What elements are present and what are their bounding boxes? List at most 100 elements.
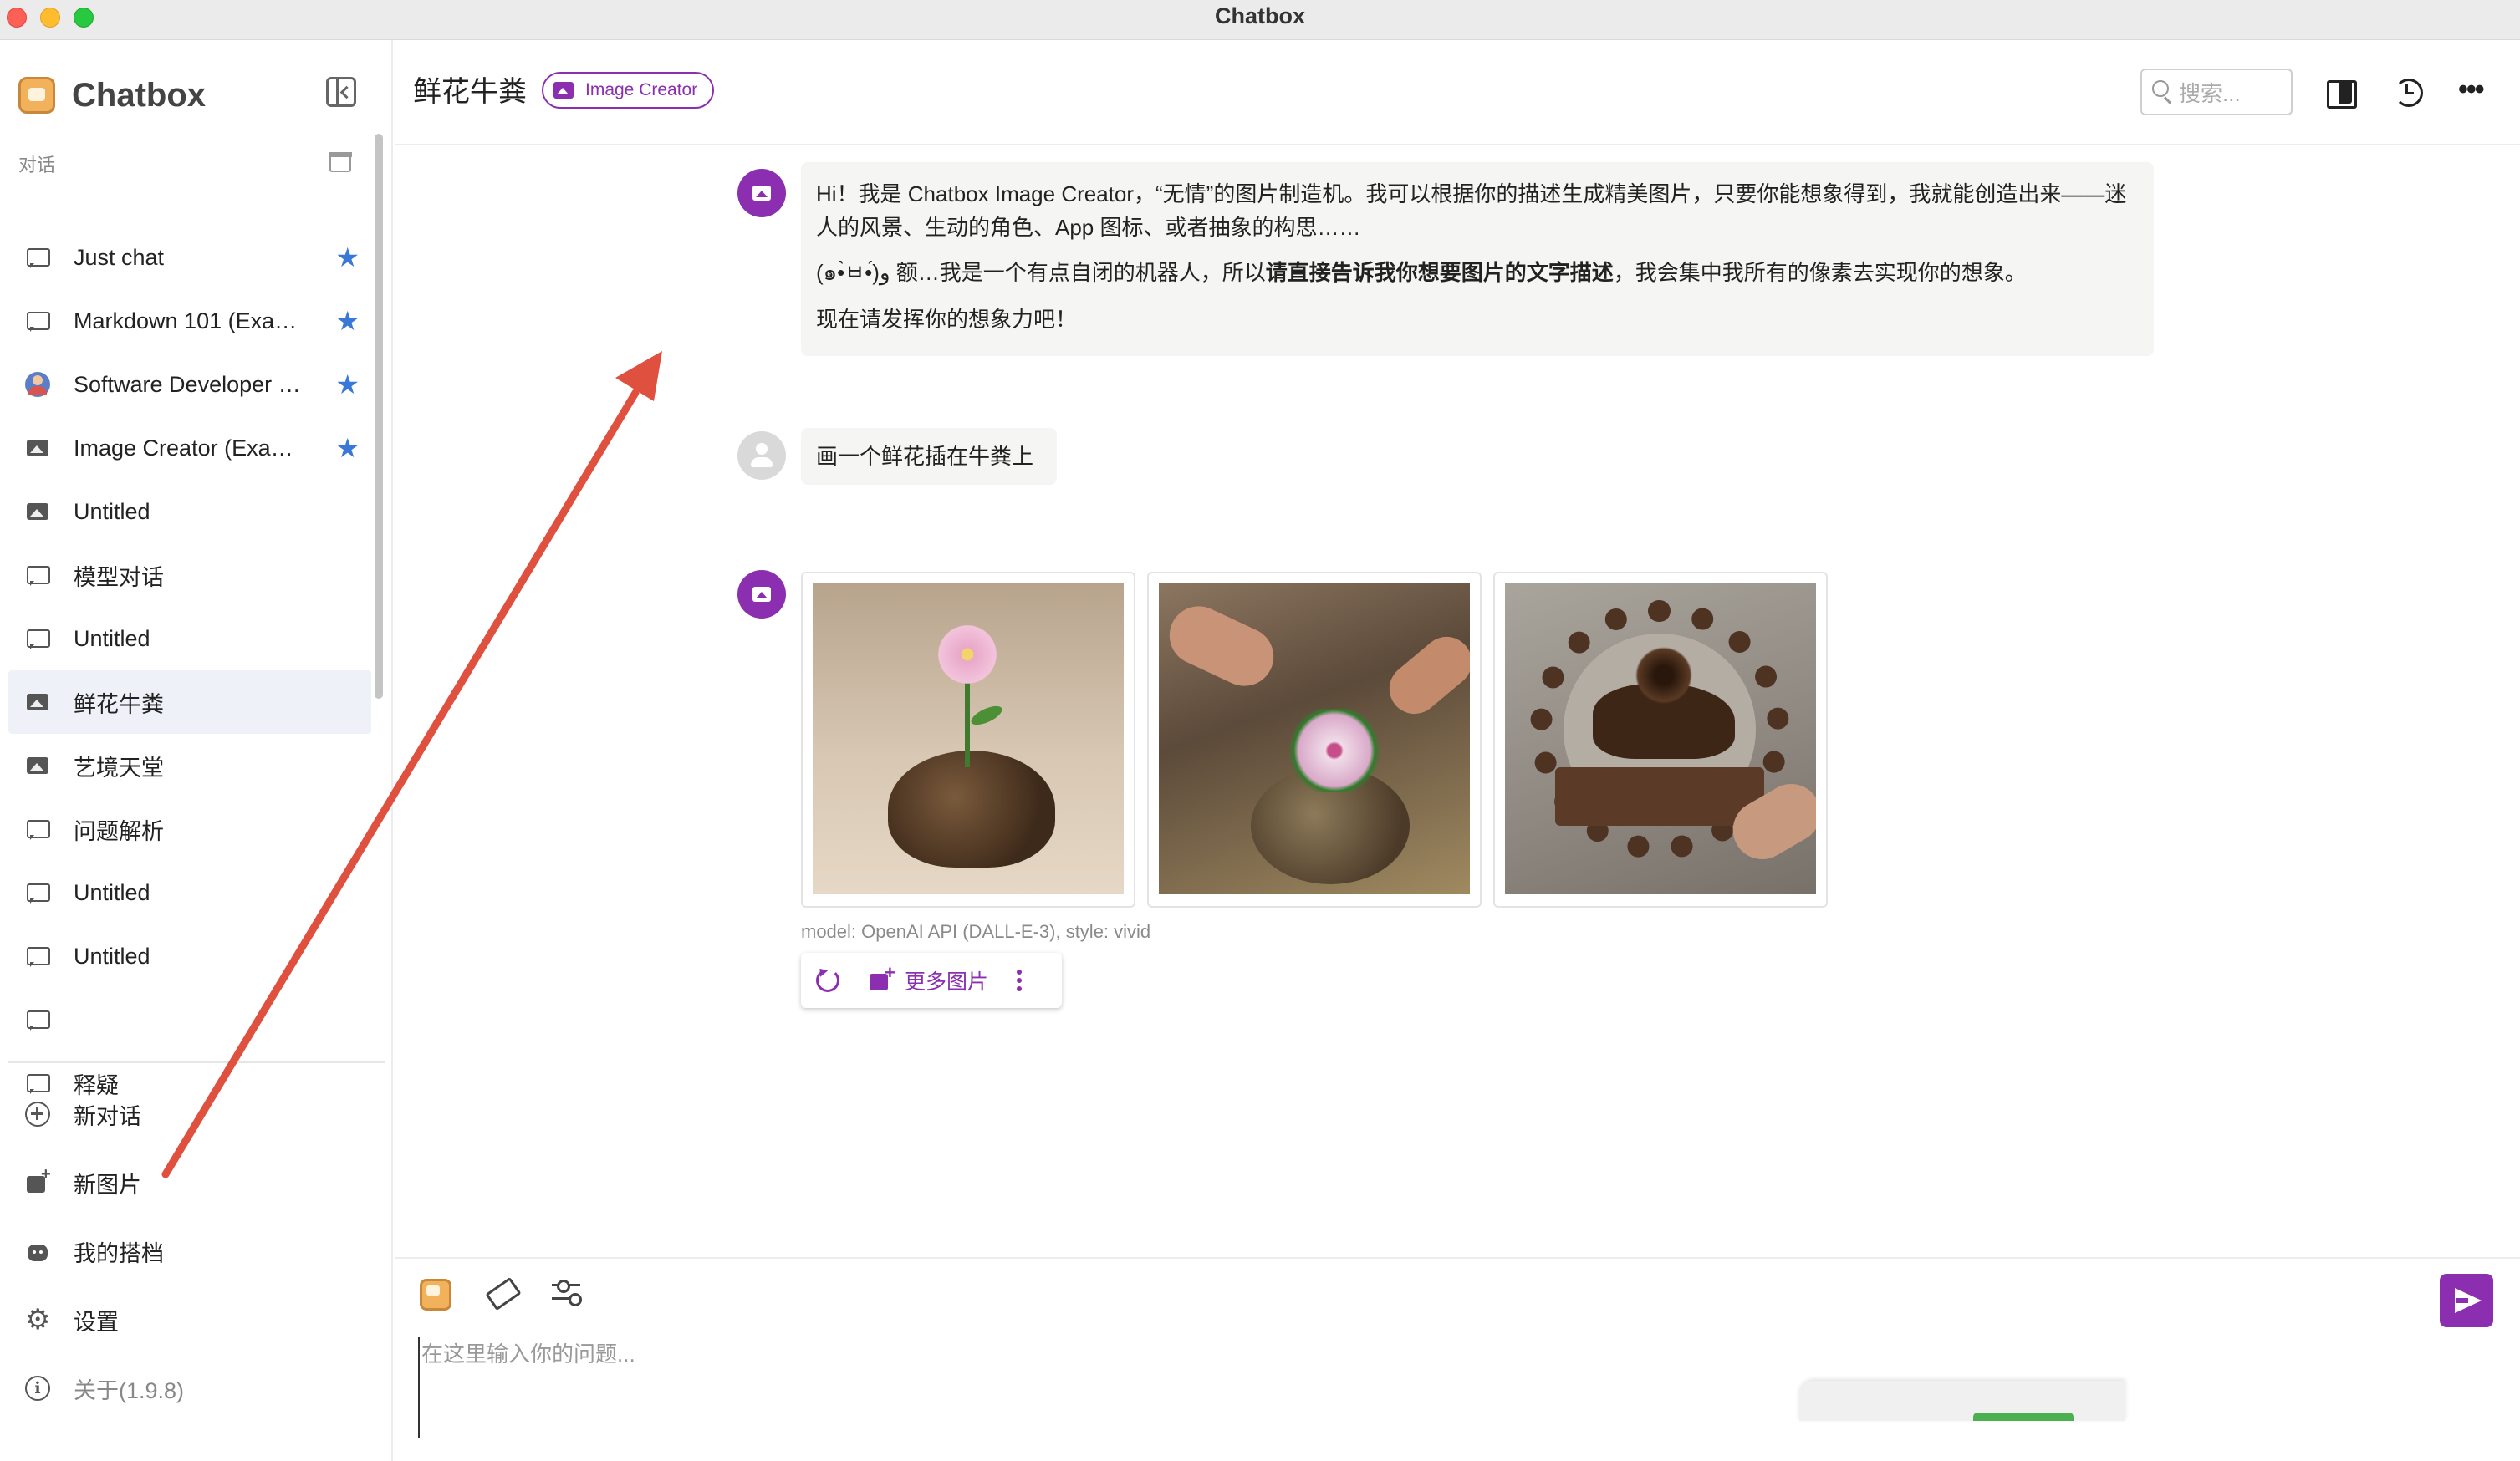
robot-icon (25, 1239, 50, 1264)
sidebar-conversation-item[interactable]: Image Creator (Exa… ★ (8, 416, 371, 480)
assistant-avatar (737, 169, 786, 217)
chat-bubble-icon (25, 817, 50, 842)
chat-header: 鲜花牛粪 Image Creator 搜索... ••• (395, 40, 2520, 145)
conversation-label: Untitled (74, 625, 150, 651)
toggle-layout-icon[interactable] (2324, 75, 2358, 109)
image-icon (25, 435, 50, 461)
conversation-label: Just chat (74, 244, 165, 270)
sidebar-conversation-item[interactable]: 鲜花牛粪 (8, 670, 371, 734)
eraser-icon[interactable] (483, 1275, 517, 1309)
star-icon[interactable]: ★ (335, 242, 360, 272)
history-icon[interactable] (2391, 75, 2425, 109)
collapse-sidebar-icon[interactable] (326, 77, 356, 107)
sidebar-conversation-item[interactable]: Software Developer … ★ (8, 353, 371, 416)
main-panel: 鲜花牛粪 Image Creator 搜索... ••• Hi！我是 Chatb… (395, 40, 2520, 1461)
my-copilots-label: 我的搭档 (74, 1240, 164, 1266)
new-chat-button[interactable]: 新对话 (8, 1080, 376, 1148)
star-icon[interactable]: ★ (335, 306, 360, 336)
sidebar-conversation-item[interactable]: 问题解析 (8, 797, 371, 861)
more-vertical-icon[interactable] (1017, 970, 1023, 991)
new-chat-label: 新对话 (74, 1103, 141, 1129)
developer-avatar-icon (25, 372, 50, 397)
chat-bubble-icon (25, 944, 50, 969)
more-images-label: 更多图片 (905, 970, 989, 994)
copilot-badge[interactable]: Image Creator (542, 72, 715, 109)
image-model-caption: model: OpenAI API (DALL-E-3), style: viv… (801, 921, 1151, 942)
sidebar-actions: 新对话 新图片 我的搭档 ⚙ 设置 i 关于(1.9.8) (8, 1080, 376, 1423)
settings-label: 设置 (74, 1309, 119, 1335)
sidebar-conversation-item[interactable]: Untitled (8, 480, 371, 543)
copilot-picker-icon[interactable] (416, 1275, 451, 1311)
sidebar-conversation-item[interactable]: Untitled (8, 924, 371, 988)
search-input[interactable]: 搜索... (2140, 69, 2293, 115)
conversation-label: 模型对话 (74, 564, 164, 590)
sidebar-scrollbar-thumb[interactable] (375, 134, 383, 699)
more-images-button[interactable]: 更多图片 (870, 962, 989, 995)
intro-line2-bold: 请直接告诉我你想要图片的文字描述 (1265, 260, 1614, 285)
image-icon (25, 753, 50, 778)
send-button[interactable] (2440, 1274, 2493, 1327)
sidebar-conversation-item[interactable]: 模型对话 (8, 543, 371, 607)
conversation-label: Image Creator (Exa… (74, 435, 293, 461)
chat-bubble-icon (25, 1007, 50, 1032)
clear-conversations-icon[interactable] (329, 152, 352, 172)
brand: Chatbox (18, 70, 206, 120)
generated-image-card[interactable] (1493, 572, 1828, 908)
about-button[interactable]: i 关于(1.9.8) (8, 1354, 376, 1423)
assistant-avatar (737, 570, 786, 619)
chat-bubble-icon (25, 563, 50, 588)
generated-images (801, 572, 1839, 908)
chat-bubble-icon (25, 626, 50, 651)
star-icon[interactable]: ★ (335, 369, 360, 400)
image-icon (25, 690, 50, 715)
search-placeholder: 搜索... (2179, 80, 2241, 106)
assistant-intro-line3: 现在请发挥你的想象力吧！ (816, 307, 1078, 332)
assistant-intro-line1: Hi！我是 Chatbox Image Creator，“无情”的图片制造机。我… (816, 181, 2127, 240)
settings-button[interactable]: ⚙ 设置 (8, 1285, 376, 1354)
conversation-label: Untitled (74, 943, 150, 969)
message-composer (395, 1257, 2520, 1461)
conversation-label: 鲜花牛粪 (74, 691, 164, 717)
chat-bubble-icon (25, 245, 50, 270)
copilot-badge-label: Image Creator (585, 80, 698, 99)
about-label: 关于(1.9.8) (74, 1377, 185, 1403)
image-icon (553, 82, 574, 99)
sidebar-conversation-item[interactable] (8, 988, 371, 1051)
add-photo-icon (25, 1165, 51, 1195)
conversation-label: Untitled (74, 879, 150, 905)
brand-name: Chatbox (72, 76, 206, 114)
generated-image-card[interactable] (801, 572, 1135, 908)
star-icon[interactable]: ★ (335, 433, 360, 463)
sidebar-conversation-item[interactable]: Untitled (8, 607, 371, 670)
conversation-label: Untitled (74, 498, 150, 524)
info-icon: i (25, 1376, 50, 1401)
generated-image-card[interactable] (1147, 572, 1482, 908)
regenerate-icon[interactable] (816, 969, 839, 992)
chat-bubble-icon (25, 880, 50, 905)
window-titlebar: Chatbox (0, 0, 2520, 40)
my-copilots-button[interactable]: 我的搭档 (8, 1217, 376, 1285)
search-icon (2152, 80, 2169, 97)
new-image-button[interactable]: 新图片 (8, 1148, 376, 1217)
tune-settings-icon[interactable] (550, 1275, 584, 1309)
sidebar-conversation-item[interactable]: 艺境天堂 (8, 734, 371, 797)
conversation-label: 问题解析 (74, 818, 164, 844)
add-photo-icon (870, 962, 895, 992)
sidebar-conversation-item[interactable]: Markdown 101 (Exa… ★ (8, 289, 371, 353)
chat-bubble-icon (25, 308, 50, 333)
sidebar-conversation-item[interactable]: Untitled (8, 861, 371, 924)
flower-on-dung-image[interactable] (813, 583, 1124, 894)
assistant-intro-line2: (๑•̀ㅂ•́)و 额…我是一个有点自闭的机器人，所以请直接告诉我你想要图片的文… (816, 256, 2139, 289)
more-horizontal-icon[interactable]: ••• (2458, 75, 2492, 109)
bull-mosaic-image[interactable] (1505, 583, 1816, 894)
sidebar-conversation-item[interactable]: Just chat ★ (8, 226, 371, 289)
image-message-toolbar: 更多图片 (801, 953, 1062, 1008)
chatbox-logo-icon (18, 77, 55, 114)
intro-line2-prefix: (๑•̀ㅂ•́)و 额…我是一个有点自闭的机器人，所以 (816, 260, 1266, 285)
hands-planting-flower-image[interactable] (1159, 583, 1470, 894)
conversation-label: 艺境天堂 (74, 755, 164, 781)
conversation-list[interactable]: Just chat ★ Markdown 101 (Exa… ★ Software De… (8, 226, 371, 1103)
chat-title[interactable]: 鲜花牛粪 (413, 69, 527, 109)
user-message: 画一个鲜花插在牛粪上 (801, 428, 1057, 485)
window-title: Chatbox (1215, 3, 1305, 28)
